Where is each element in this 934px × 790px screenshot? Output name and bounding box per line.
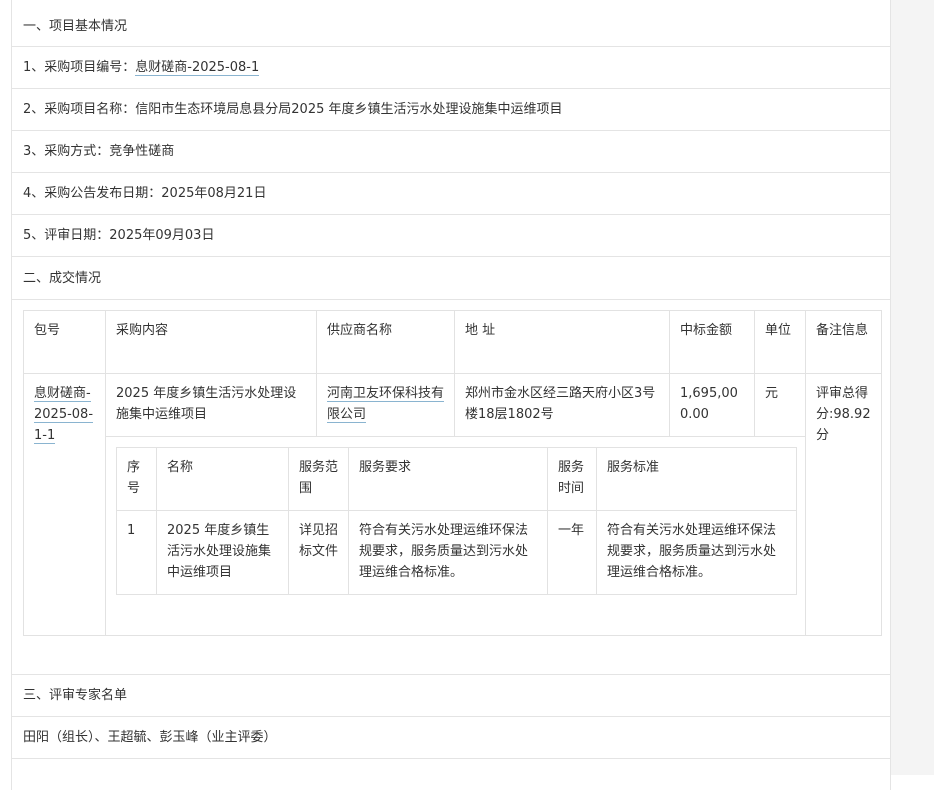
service-table: 序号 名称 服务范围 服务要求 服务时间 服务标准 1 2025 年度乡镇生活污… bbox=[116, 447, 797, 595]
deal-table-header: 包号 采购内容 供应商名称 地 址 中标金额 单位 备注信息 bbox=[23, 310, 882, 374]
header-package: 包号 bbox=[23, 310, 106, 374]
publish-date-row: 4、采购公告发布日期：2025年08月21日 bbox=[12, 173, 890, 215]
project-name-value: 信阳市生态环境局息县分局2025 年度乡镇生活污水处理设施集中运维项目 bbox=[135, 102, 563, 117]
deal-table: 包号 采购内容 供应商名称 地 址 中标金额 单位 备注信息 息财磋商-2025… bbox=[23, 310, 882, 636]
header-supplier: 供应商名称 bbox=[316, 310, 455, 374]
section3-title: 三、评审专家名单 bbox=[12, 675, 890, 717]
service-header-requirement: 服务要求 bbox=[348, 447, 548, 511]
publish-date-value: 2025年08月21日 bbox=[161, 186, 267, 201]
service-standard: 符合有关污水处理运维环保法规要求，服务质量达到污水处理运维合格标准。 bbox=[596, 510, 797, 595]
remark-cell: 评审总得分:98.92分 bbox=[805, 373, 882, 636]
service-header-standard: 服务标准 bbox=[596, 447, 797, 511]
header-unit: 单位 bbox=[754, 310, 806, 374]
service-header-scope: 服务范围 bbox=[288, 447, 349, 511]
review-date-label: 5、评审日期： bbox=[23, 228, 110, 243]
project-name-row: 2、采购项目名称：信阳市生态环境局息县分局2025 年度乡镇生活污水处理设施集中… bbox=[12, 89, 890, 131]
section2-title: 二、成交情况 bbox=[12, 257, 890, 300]
right-gutter bbox=[890, 0, 934, 775]
announcement-panel: 一、项目基本情况 1、采购项目编号：息财磋商-2025-08-1 2、采购项目名… bbox=[11, 0, 891, 790]
unit-cell: 元 bbox=[754, 373, 806, 437]
header-remark: 备注信息 bbox=[805, 310, 882, 374]
service-table-header: 序号 名称 服务范围 服务要求 服务时间 服务标准 bbox=[116, 447, 797, 511]
deal-table-row: 息财磋商-2025-08-1-1 2025 年度乡镇生活污水处理设施集中运维项目… bbox=[23, 373, 882, 636]
supplier-link[interactable]: 河南卫友环保科技有限公司 bbox=[327, 386, 445, 423]
amount-cell: 1,695,000.00 bbox=[669, 373, 755, 437]
experts-list: 田阳（组长）、王超毓、彭玉峰（业主评委） bbox=[23, 730, 277, 745]
service-scope: 详见招标文件 bbox=[288, 510, 349, 595]
supplier-cell: 河南卫友环保科技有限公司 bbox=[316, 373, 455, 437]
service-header-name: 名称 bbox=[156, 447, 289, 511]
project-number-row: 1、采购项目编号：息财磋商-2025-08-1 bbox=[12, 47, 890, 89]
service-detail-row: 序号 名称 服务范围 服务要求 服务时间 服务标准 1 2025 年度乡镇生活污… bbox=[24, 436, 882, 636]
service-detail-cell: 序号 名称 服务范围 服务要求 服务时间 服务标准 1 2025 年度乡镇生活污… bbox=[105, 436, 806, 636]
address-cell: 郑州市金水区经三路天府小区3号楼18层1802号 bbox=[454, 373, 670, 437]
package-cell: 息财磋商-2025-08-1-1 bbox=[23, 373, 106, 636]
header-amount: 中标金额 bbox=[669, 310, 755, 374]
header-content: 采购内容 bbox=[105, 310, 317, 374]
procurement-method-row: 3、采购方式：竞争性磋商 bbox=[12, 131, 890, 173]
service-requirement: 符合有关污水处理运维环保法规要求，服务质量达到污水处理运维合格标准。 bbox=[348, 510, 548, 595]
service-header-time: 服务时间 bbox=[547, 447, 597, 511]
table-spacer bbox=[12, 633, 890, 675]
experts-row: 田阳（组长）、王超毓、彭玉峰（业主评委） bbox=[12, 717, 890, 759]
project-number-link[interactable]: 息财磋商-2025-08-1 bbox=[135, 60, 260, 76]
service-no: 1 bbox=[116, 510, 157, 595]
publish-date-label: 4、采购公告发布日期： bbox=[23, 186, 162, 201]
procurement-method-label: 3、采购方式： bbox=[23, 144, 110, 159]
package-link[interactable]: 息财磋商-2025-08-1-1 bbox=[34, 386, 94, 444]
review-date-row: 5、评审日期：2025年09月03日 bbox=[12, 215, 890, 257]
project-number-label: 1、采购项目编号： bbox=[23, 60, 136, 75]
service-time: 一年 bbox=[547, 510, 597, 595]
service-table-row: 1 2025 年度乡镇生活污水处理设施集中运维项目 详见招标文件 符合有关污水处… bbox=[116, 510, 797, 595]
procurement-method-value: 竞争性磋商 bbox=[109, 144, 175, 159]
section1-title: 一、项目基本情况 bbox=[12, 6, 890, 47]
header-address: 地 址 bbox=[454, 310, 670, 374]
review-date-value: 2025年09月03日 bbox=[109, 228, 215, 243]
project-name-label: 2、采购项目名称： bbox=[23, 102, 136, 117]
service-header-no: 序号 bbox=[116, 447, 157, 511]
service-name: 2025 年度乡镇生活污水处理设施集中运维项目 bbox=[156, 510, 289, 595]
content-cell: 2025 年度乡镇生活污水处理设施集中运维项目 bbox=[105, 373, 317, 437]
